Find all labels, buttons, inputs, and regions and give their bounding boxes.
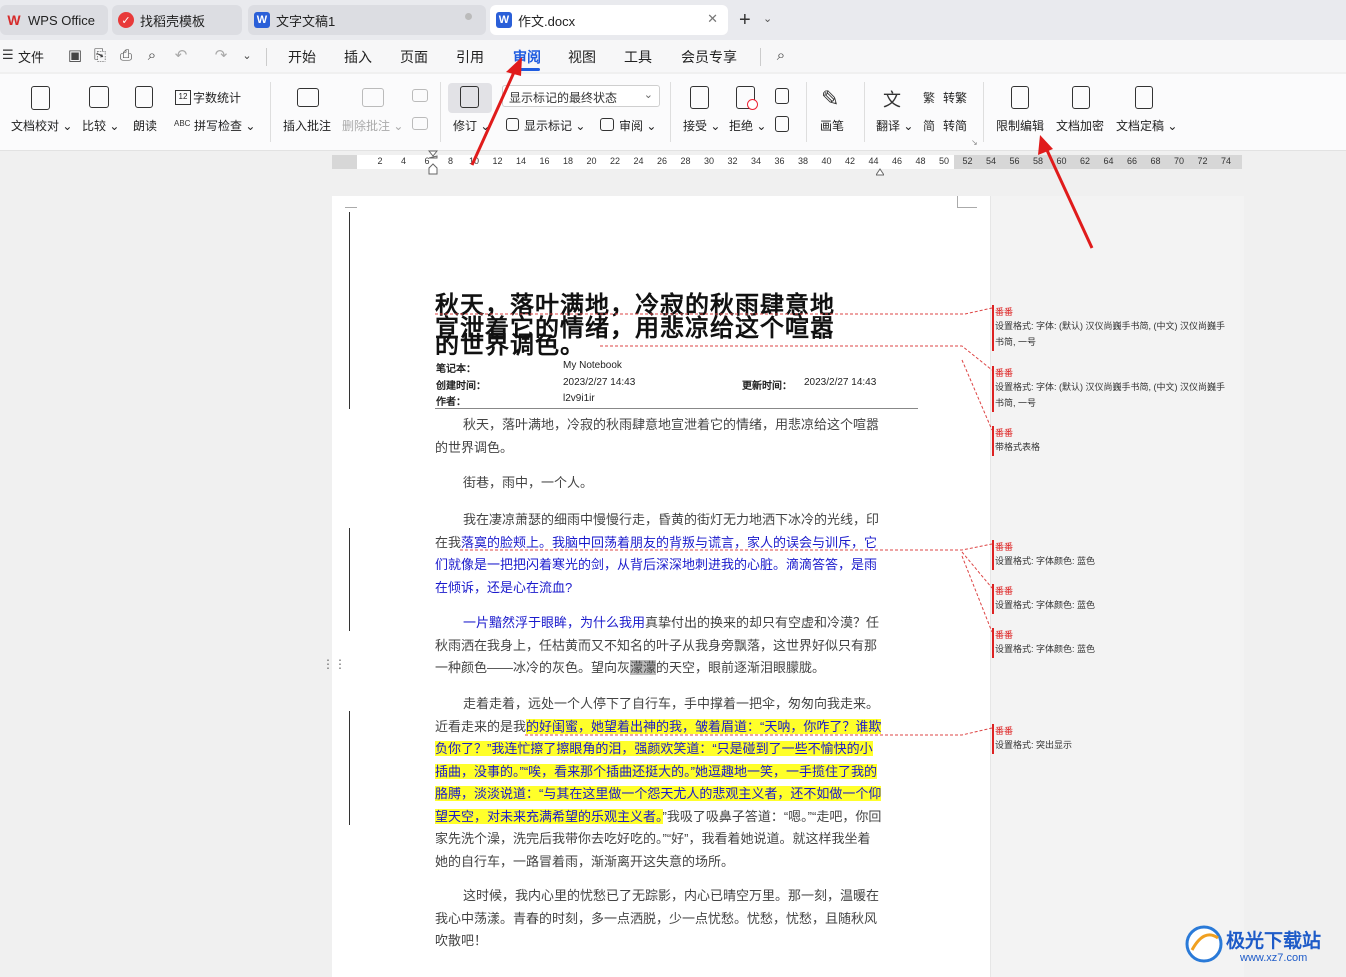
watermark-url: www.xz7.com: [1240, 952, 1308, 964]
annotation-arrows: [470, 57, 1094, 249]
watermark-brand: 极光下载站: [1226, 931, 1322, 952]
watermark: 极光下载站 www.xz7.com: [1180, 920, 1340, 972]
watermark-logo-icon: [1185, 925, 1223, 963]
